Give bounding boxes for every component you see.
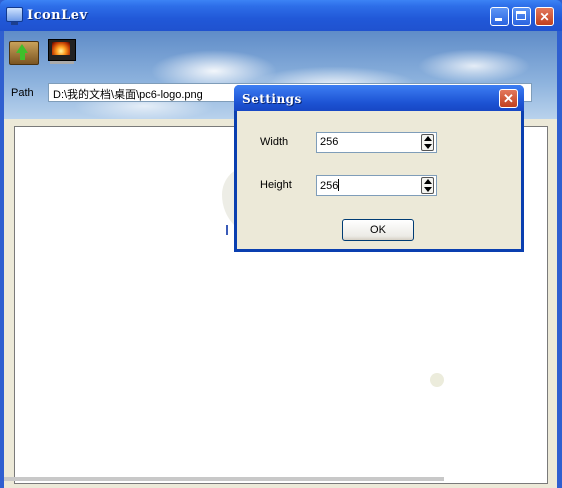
spin-up-icon[interactable] (424, 179, 432, 184)
width-spinbox[interactable]: 256 (316, 132, 437, 153)
title-bar[interactable]: IconLev ✕ (0, 0, 562, 31)
spin-down-icon[interactable] (424, 144, 432, 149)
width-label: Width (260, 136, 289, 148)
close-icon: ✕ (503, 91, 514, 106)
window-title: IconLev (27, 8, 88, 23)
open-file-button[interactable] (7, 37, 39, 65)
maximize-icon (516, 11, 526, 20)
preview-artifact-marker (226, 225, 228, 235)
close-icon: ✕ (539, 10, 550, 24)
image-button[interactable] (46, 37, 78, 65)
dialog-body: Width 256 Height 256 OK (237, 111, 521, 249)
path-label: Path (11, 87, 34, 99)
width-value: 256 (320, 136, 339, 148)
spin-up-icon[interactable] (424, 136, 432, 141)
width-spin-arrows[interactable] (421, 134, 434, 151)
minimize-icon (495, 18, 502, 21)
preview-artifact-small (430, 373, 444, 387)
height-spin-arrows[interactable] (421, 177, 434, 194)
dialog-close-button[interactable]: ✕ (499, 89, 518, 108)
spin-down-icon[interactable] (424, 187, 432, 192)
dialog-title-bar[interactable]: Settings ✕ (234, 85, 524, 111)
app-monitor-icon (6, 7, 23, 25)
height-spinbox[interactable]: 256 (316, 175, 437, 196)
horizontal-scrollbar[interactable] (4, 477, 444, 481)
minimize-button[interactable] (490, 7, 509, 26)
ok-button[interactable]: OK (342, 219, 414, 241)
settings-dialog: Settings ✕ Width 256 Height 256 OK (234, 85, 524, 252)
maximize-button[interactable] (512, 7, 531, 26)
close-button[interactable]: ✕ (535, 7, 554, 26)
text-caret (338, 179, 340, 191)
dialog-title: Settings (242, 92, 302, 106)
height-value: 256 (320, 180, 339, 192)
height-label: Height (260, 179, 292, 191)
